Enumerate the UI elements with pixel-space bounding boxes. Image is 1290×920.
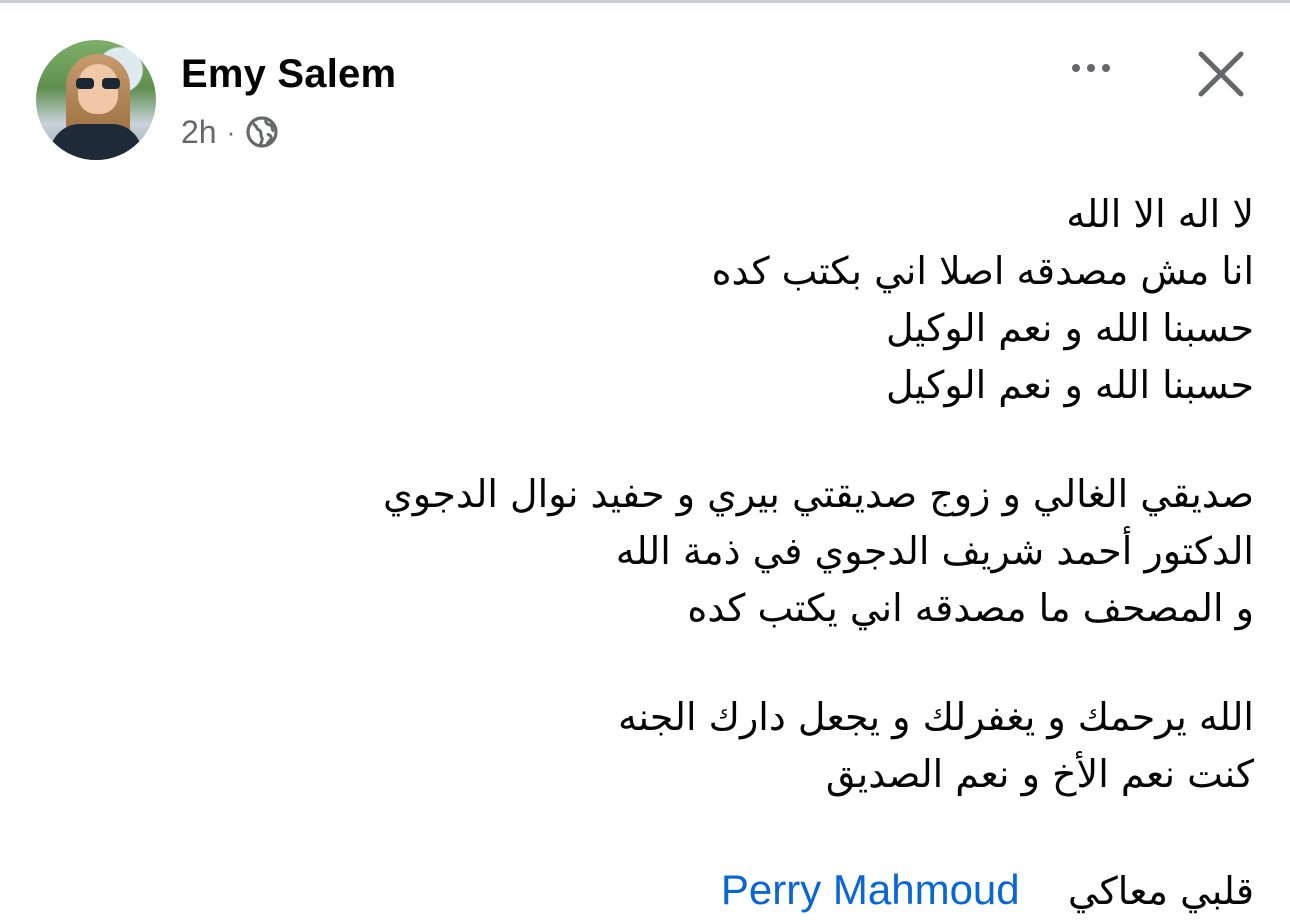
post-line: انا مش مصدقه اصلا اني بكتب كده: [711, 249, 1254, 293]
author-avatar[interactable]: [36, 40, 156, 160]
globe-icon[interactable]: [245, 115, 279, 149]
post-line: و المصحف ما مصدقه اني يكتب كده: [687, 586, 1254, 630]
post-line: حسبنا الله و نعم الوكيل: [886, 363, 1254, 407]
closing-line: قلبي معاكي Perry Mahmoud: [254, 861, 1254, 920]
meta-separator: ·: [226, 116, 236, 147]
post-time[interactable]: 2h: [181, 114, 217, 151]
more-horizontal-icon[interactable]: [1061, 46, 1121, 90]
post-body: لا اله الا الله انا مش مصدقه اصلا اني بك…: [254, 186, 1254, 920]
mention-link[interactable]: Perry Mahmoud: [721, 866, 1020, 913]
top-divider: [0, 0, 1290, 3]
post-line: حسبنا الله و نعم الوكيل: [886, 306, 1254, 350]
author-name[interactable]: Emy Salem: [181, 52, 396, 97]
post-line: الدكتور أحمد شريف الدجوي في ذمة الله: [615, 529, 1254, 573]
close-icon[interactable]: [1191, 44, 1251, 104]
post-header: Emy Salem 2h ·: [36, 40, 1266, 160]
post-meta: 2h ·: [181, 114, 279, 150]
post-line: صديقي الغالي و زوج صديقتي بيري و حفيد نو…: [383, 472, 1254, 516]
post-line: الله يرحمك و يغفرلك و يجعل دارك الجنه: [618, 695, 1254, 739]
post-line: لا اله الا الله: [1066, 192, 1254, 236]
post-line: كنت نعم الأخ و نعم الصديق: [825, 752, 1254, 796]
closing-text: قلبي معاكي: [1068, 869, 1254, 913]
